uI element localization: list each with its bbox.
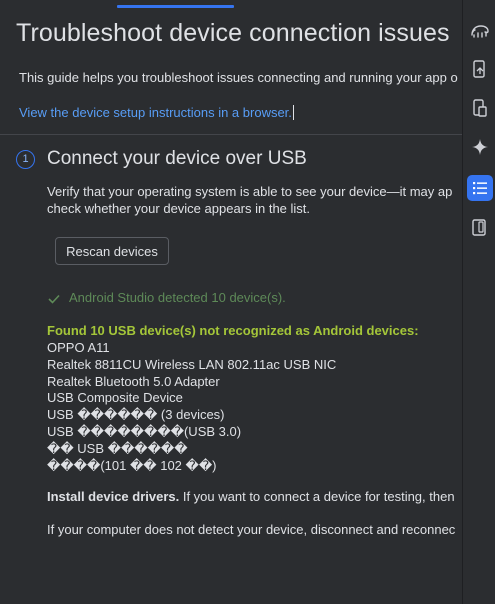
device-list: OPPO A11 Realtek 8811CU Wireless LAN 802… (47, 340, 336, 474)
install-drivers-bold: Install device drivers. (47, 489, 180, 504)
page-title: Troubleshoot device connection issues (16, 19, 450, 47)
device-mirroring-icon[interactable] (467, 56, 493, 82)
right-tool-sidebar (463, 0, 495, 604)
step-description-line-2: check whether your device appears in the… (47, 201, 311, 216)
list-item: Realtek 8811CU Wireless LAN 802.11ac USB… (47, 356, 337, 372)
list-item: �� USB ������ (47, 440, 188, 456)
text-caret (292, 105, 294, 120)
intro-text: This guide helps you troubleshoot issues… (19, 70, 458, 85)
step-number-badge: 1 (16, 150, 35, 169)
list-item: USB Composite Device (47, 390, 183, 406)
device-manager-icon[interactable] (467, 95, 493, 121)
tab-strip (0, 0, 462, 9)
troubleshoot-list-icon[interactable] (467, 175, 493, 201)
list-item: OPPO A11 (47, 340, 110, 355)
unrecognized-devices-heading: Found 10 USB device(s) not recognized as… (47, 323, 419, 338)
troubleshoot-window: Troubleshoot device connection issues Th… (0, 0, 495, 604)
reconnect-hint-text: If your computer does not detect your de… (47, 522, 456, 537)
gemini-sparkle-icon[interactable] (467, 134, 493, 160)
install-drivers-text: Install device drivers. If you want to c… (47, 489, 455, 504)
section-divider (0, 134, 462, 135)
list-item: USB ������ (3 devices) (47, 407, 225, 423)
list-item: Realtek Bluetooth 5.0 Adapter (47, 373, 220, 389)
step-title: Connect your device over USB (47, 148, 307, 169)
step-description-line-1: Verify that your operating system is abl… (47, 184, 453, 199)
active-tab-indicator[interactable] (117, 5, 234, 8)
install-drivers-rest: If you want to connect a device for test… (179, 489, 455, 504)
checkmark-icon (48, 292, 62, 307)
browser-instructions-link[interactable]: View the device setup instructions in a … (19, 105, 294, 120)
detected-status-text: Android Studio detected 10 device(s). (69, 290, 286, 305)
list-item: USB ��������(USB 3.0) (47, 423, 242, 439)
detected-status: Android Studio detected 10 device(s). (48, 290, 286, 307)
rescan-devices-button[interactable]: Rescan devices (55, 237, 169, 265)
troubleshoot-panel: Troubleshoot device connection issues Th… (0, 0, 462, 604)
browser-instructions-link-text[interactable]: View the device setup instructions in a … (19, 105, 292, 120)
list-item: ����(101 �� 102 ��) (47, 457, 217, 473)
gradle-elephant-icon[interactable] (467, 17, 493, 43)
running-devices-icon[interactable] (467, 214, 493, 240)
